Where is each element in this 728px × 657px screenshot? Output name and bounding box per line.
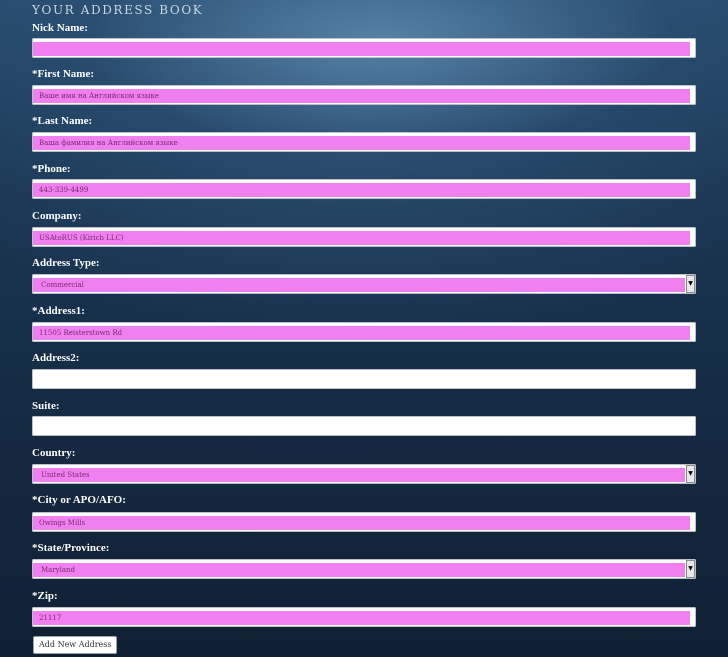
address2-input[interactable] [32, 369, 696, 389]
chevron-down-icon[interactable]: ▼ [686, 275, 695, 293]
zip-value: 21117 [39, 614, 62, 622]
page-title: YOUR ADDRESS BOOK [32, 3, 204, 17]
autofill-highlight [33, 183, 690, 197]
autofill-highlight [33, 516, 690, 530]
last-name-value: Ваша фамилия на Английском языке [39, 139, 178, 147]
autofill-highlight [33, 326, 690, 340]
company-value: USAtoRUS (Kirich LLC) [39, 234, 124, 242]
city-label: *City or APO/AFO: [32, 494, 126, 506]
address1-label: *Address1: [32, 305, 85, 317]
first-name-label: *First Name: [32, 68, 95, 80]
country-value: United States [41, 471, 90, 479]
address-type-label: Address Type: [32, 257, 100, 269]
company-label: Company: [32, 210, 82, 222]
field-company: Company: USAtoRUS (Kirich LLC) [32, 210, 696, 247]
phone-value: 443-339-4499 [39, 186, 89, 194]
last-name-label: *Last Name: [32, 115, 93, 127]
suite-label: Suite: [32, 400, 60, 412]
first-name-input[interactable]: Ваше имя на Английском языке [32, 85, 696, 105]
field-zip: *Zip: 21117 [32, 590, 696, 627]
suite-input[interactable] [32, 416, 696, 436]
field-suite: Suite: [32, 400, 696, 436]
field-state: *State/Province: Maryland ▼ [32, 542, 696, 579]
address-type-value: Commercial [41, 281, 84, 289]
zip-label: *Zip: [32, 590, 58, 602]
add-new-address-button[interactable]: Add New Address [33, 636, 118, 654]
autofill-highlight [33, 231, 690, 245]
autofill-highlight [33, 468, 685, 482]
last-name-input[interactable]: Ваша фамилия на Английском языке [32, 132, 696, 152]
city-value: Owings Mills [39, 519, 86, 527]
field-address-type: Address Type: Commercial ▼ [32, 257, 696, 294]
phone-input[interactable]: 443-339-4499 [32, 179, 696, 199]
field-first-name: *First Name: Ваше имя на Английском язык… [32, 68, 696, 105]
address-type-select[interactable]: Commercial ▼ [32, 274, 696, 294]
state-label: *State/Province: [32, 542, 110, 554]
field-nickname: Nick Name: [32, 22, 696, 58]
chevron-down-icon[interactable]: ▼ [686, 465, 695, 483]
nickname-input[interactable] [32, 38, 696, 58]
first-name-value: Ваше имя на Английском языке [39, 92, 159, 100]
autofill-highlight [33, 611, 690, 625]
autofill-highlight [33, 42, 690, 56]
chevron-down-icon[interactable]: ▼ [686, 560, 695, 578]
autofill-highlight [33, 563, 685, 577]
country-select[interactable]: United States ▼ [32, 464, 696, 484]
company-input[interactable]: USAtoRUS (Kirich LLC) [32, 227, 696, 247]
phone-label: *Phone: [32, 163, 71, 175]
field-city: *City or APO/AFO: Owings Mills [32, 494, 696, 532]
nickname-label: Nick Name: [32, 22, 88, 34]
field-phone: *Phone: 443-339-4499 [32, 163, 696, 199]
state-value: Maryland [41, 566, 76, 574]
zip-input[interactable]: 21117 [32, 607, 696, 627]
address1-value: 11505 Reisterstown Rd [39, 329, 123, 337]
field-country: Country: United States ▼ [32, 447, 696, 484]
field-address1: *Address1: 11505 Reisterstown Rd [32, 305, 696, 342]
state-select[interactable]: Maryland ▼ [32, 559, 696, 579]
field-last-name: *Last Name: Ваша фамилия на Английском я… [32, 115, 696, 152]
city-input[interactable]: Owings Mills [32, 512, 696, 532]
autofill-highlight [33, 278, 685, 292]
address2-label: Address2: [32, 352, 80, 364]
country-label: Country: [32, 447, 76, 459]
address1-input[interactable]: 11505 Reisterstown Rd [32, 322, 696, 342]
field-address2: Address2: [32, 352, 696, 389]
